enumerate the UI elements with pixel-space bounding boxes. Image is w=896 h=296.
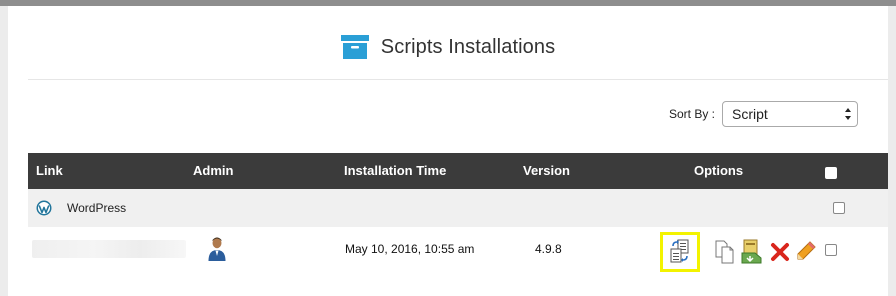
edit-icon[interactable] — [795, 240, 817, 262]
clone-icon[interactable] — [669, 239, 691, 265]
sort-select-value: Script — [732, 106, 768, 122]
installation-time: May 10, 2016, 10:55 am — [345, 242, 475, 256]
sort-by-label: Sort By : — [669, 107, 716, 121]
admin-user-icon[interactable] — [207, 236, 227, 262]
group-checkbox[interactable] — [833, 202, 845, 214]
column-header-installation-time: Installation Time — [344, 163, 447, 178]
archive-box-icon — [340, 35, 369, 59]
column-header-options: Options — [694, 163, 744, 178]
table-row: May 10, 2016, 10:55 am 4.9.8 — [28, 227, 888, 273]
select-all-checkbox[interactable] — [825, 167, 837, 179]
select-arrows-icon — [845, 108, 851, 120]
divider — [28, 79, 888, 80]
scripts-installations-panel: Scripts Installations Sort By : Script L… — [8, 6, 888, 296]
script-group-row: WordPress — [28, 189, 888, 227]
version: 4.9.8 — [535, 242, 562, 256]
backup-icon[interactable] — [741, 238, 763, 264]
row-checkbox[interactable] — [825, 244, 837, 256]
column-header-admin: Admin — [193, 163, 234, 178]
page-heading: Scripts Installations — [8, 30, 888, 64]
delete-icon[interactable] — [770, 242, 790, 262]
page-title: Scripts Installations — [380, 35, 556, 58]
script-group-name: WordPress — [67, 201, 127, 215]
column-header-version: Version — [523, 163, 570, 178]
table-header: Link Admin Installation Time Version Opt… — [28, 153, 888, 189]
column-header-link: Link — [36, 163, 63, 178]
copy-icon[interactable] — [714, 240, 736, 264]
installation-link[interactable] — [32, 240, 186, 258]
wordpress-icon — [36, 200, 52, 216]
sort-select[interactable]: Script — [722, 101, 858, 127]
